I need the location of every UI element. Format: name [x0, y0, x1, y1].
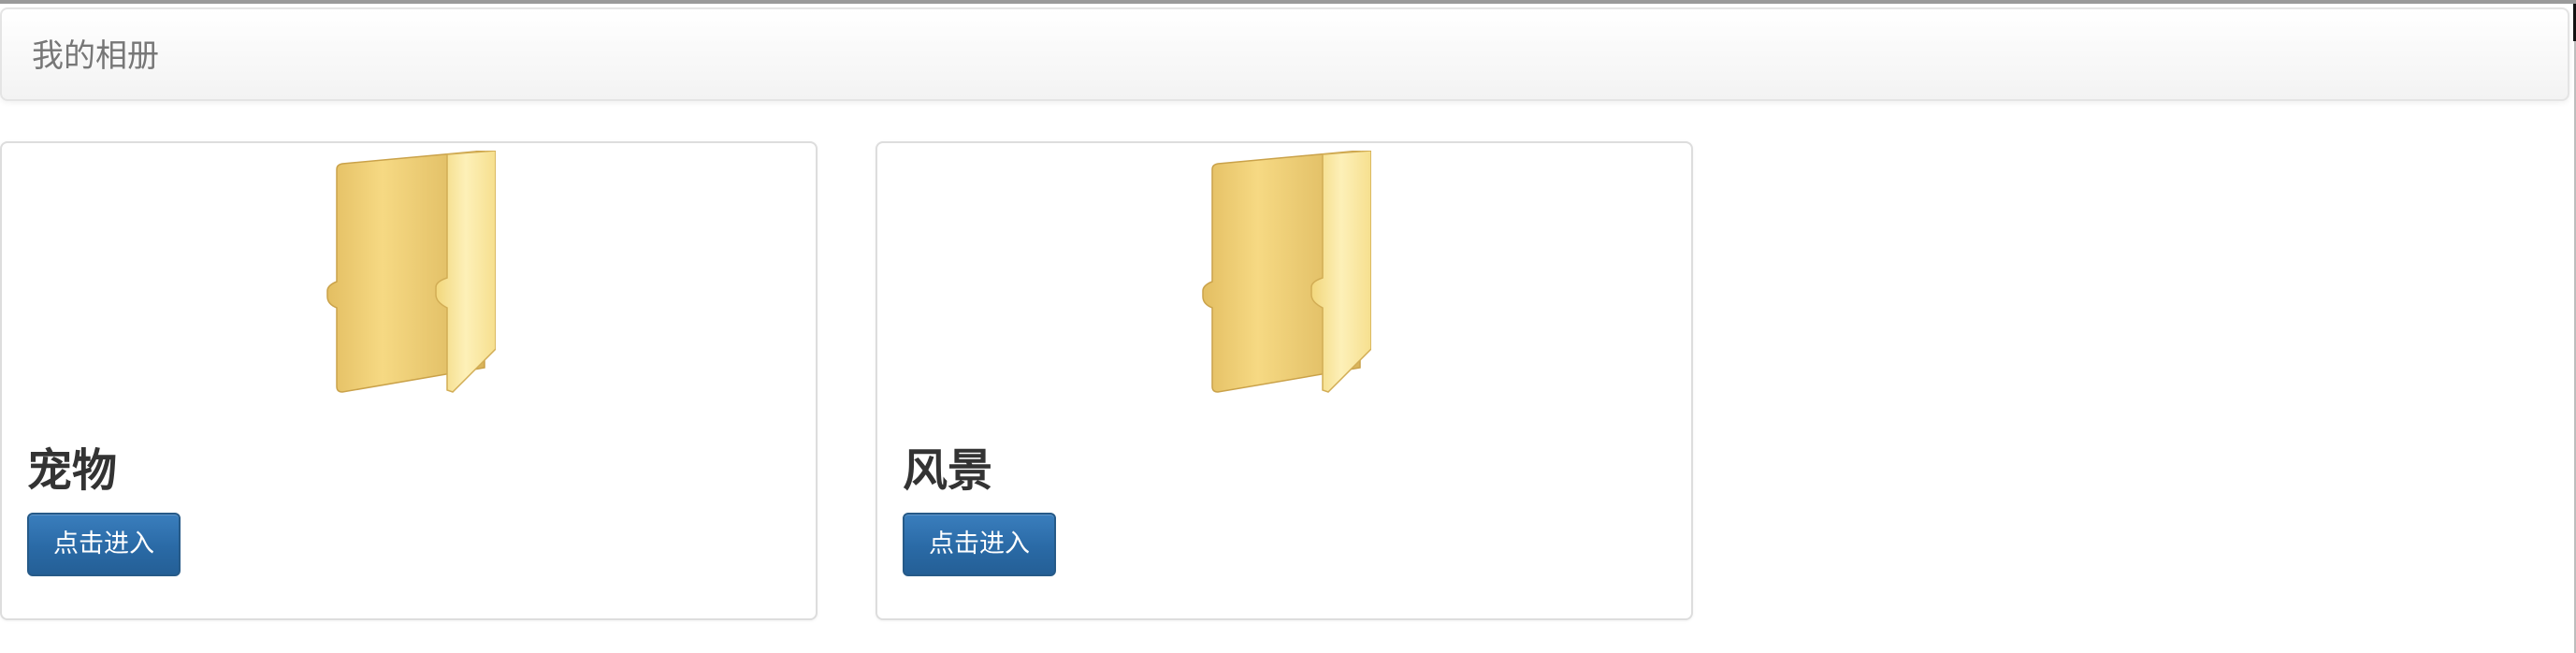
navbar-brand[interactable]: 我的相册: [32, 36, 159, 77]
folder-icon: [1202, 151, 1371, 393]
enter-album-button[interactable]: 点击进入: [27, 513, 181, 576]
album-title: 风景: [903, 444, 993, 497]
album-title: 宠物: [27, 444, 118, 497]
folder-icon: [326, 151, 496, 393]
enter-album-button[interactable]: 点击进入: [903, 513, 1056, 576]
page: 我的相册 宠物 点击进入 风景 点击进入: [0, 0, 2576, 653]
album-card-pets: 宠物 点击进入: [0, 141, 818, 620]
navbar: 我的相册: [0, 7, 2569, 101]
album-card-scenery: 风景 点击进入: [876, 141, 1693, 620]
